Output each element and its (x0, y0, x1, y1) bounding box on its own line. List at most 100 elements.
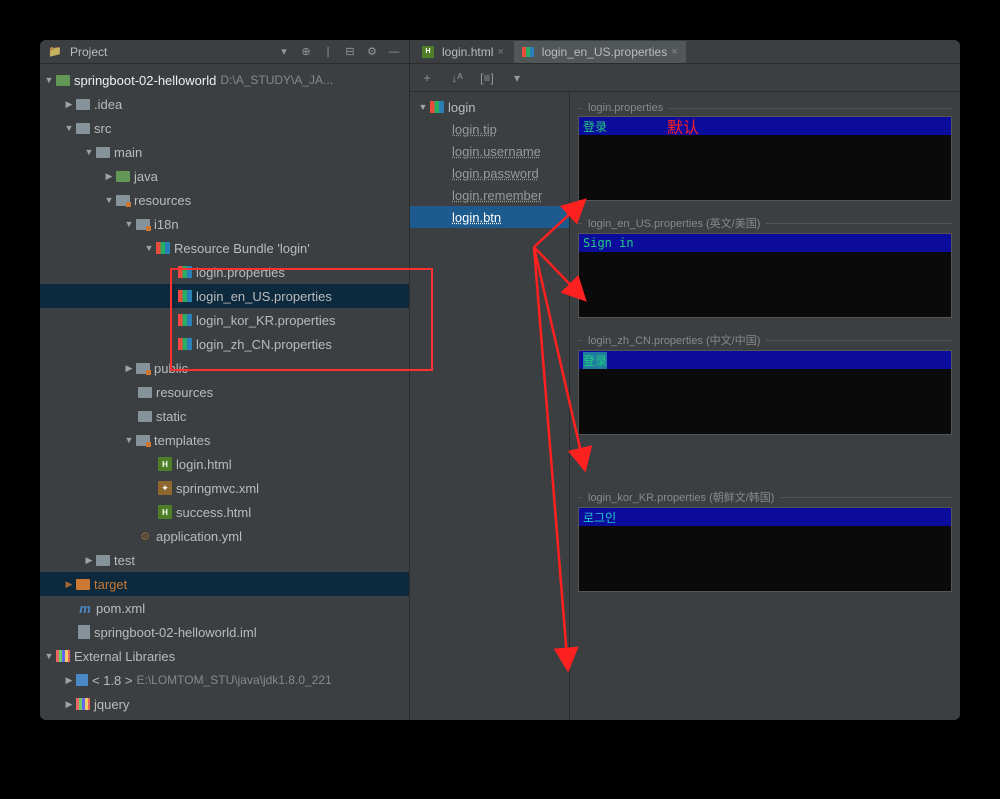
prop-root[interactable]: login (410, 96, 569, 118)
expand-icon[interactable] (44, 651, 54, 661)
project-panel: 📁 Project ▾ ⊕ | ⊟ ⚙ — springboot-02-hell… (40, 40, 410, 720)
tree-appyml[interactable]: ⚙ application.yml (40, 524, 409, 548)
prop-label: login.btn (452, 210, 501, 225)
tree-label: login.properties (196, 265, 285, 280)
editor-annotation: 默认 (667, 114, 699, 138)
tree-login-zh[interactable]: login_zh_CN.properties (40, 332, 409, 356)
prop-btn[interactable]: login.btn (410, 206, 569, 228)
tree-jdk[interactable]: < 1.8 > E:\LOMTOM_STU\java\jdk1.8.0_221 (40, 668, 409, 692)
tab-login-html[interactable]: H login.html × (414, 41, 512, 63)
tree-resources2[interactable]: resources (40, 380, 409, 404)
expand-icon[interactable] (64, 699, 74, 710)
expand-icon[interactable] (84, 147, 94, 157)
folder-icon (96, 147, 110, 158)
tree-root[interactable]: springboot-02-helloworld D:\A_STUDY\A_JA… (40, 68, 409, 92)
expand-icon[interactable] (124, 363, 134, 374)
tree-iml[interactable]: springboot-02-helloworld.iml (40, 620, 409, 644)
tree-jquery[interactable]: jquery (40, 692, 409, 716)
editor-kor: login_kor_KR.properties (朝鲜文/韩国) 로그인 (578, 487, 952, 592)
tree-label: resources (134, 193, 191, 208)
tree-springmvc[interactable]: ✦ springmvc.xml (40, 476, 409, 500)
editor-area[interactable]: 로그인 (578, 507, 952, 592)
tab-label: login.html (442, 45, 493, 59)
prop-remember[interactable]: login.remember (410, 184, 569, 206)
prop-tip[interactable]: login.tip (410, 118, 569, 140)
expand-icon[interactable] (418, 102, 428, 112)
tree-java[interactable]: java (40, 164, 409, 188)
tree-bundle[interactable]: Resource Bundle 'login' (40, 236, 409, 260)
html-icon: H (158, 457, 172, 471)
prop-label: login.username (452, 144, 541, 159)
expand-icon[interactable] (64, 99, 74, 110)
tree-templates[interactable]: templates (40, 428, 409, 452)
tree-public[interactable]: public (40, 356, 409, 380)
close-icon[interactable]: × (497, 46, 503, 58)
prop-username[interactable]: login.username (410, 140, 569, 162)
sort-button[interactable]: ↓ᴬ (448, 69, 466, 87)
expand-icon[interactable] (44, 75, 54, 85)
expand-icon[interactable] (144, 243, 154, 253)
tree-success[interactable]: H success.html (40, 500, 409, 524)
tree-path: E:\LOMTOM_STU\java\jdk1.8.0_221 (136, 673, 331, 687)
editor-value: Sign in (583, 236, 634, 250)
folder-icon (136, 363, 150, 374)
tree-label: main (114, 145, 142, 160)
tree-main[interactable]: main (40, 140, 409, 164)
expand-icon[interactable] (104, 195, 114, 205)
tree-pom[interactable]: m pom.xml (40, 596, 409, 620)
collapse-icon[interactable]: ⊟ (343, 45, 357, 59)
tree-ext-lib[interactable]: External Libraries (40, 644, 409, 668)
lib-icon (76, 698, 90, 710)
tree-i18n[interactable]: i18n (40, 212, 409, 236)
tree-static[interactable]: static (40, 404, 409, 428)
expand-icon[interactable] (104, 171, 114, 182)
tree-target[interactable]: target (40, 572, 409, 596)
tab-login-en[interactable]: login_en_US.properties × (514, 41, 686, 63)
editor-column: login.properties 登录 默认 login_en_US.prope… (570, 92, 960, 720)
prop-password[interactable]: login.password (410, 162, 569, 184)
tree-label: resources (156, 385, 213, 400)
folder-icon (136, 435, 150, 446)
add-button[interactable]: + (418, 69, 436, 87)
editor-area[interactable]: 登录 默认 (578, 116, 952, 201)
target-icon[interactable]: ⊕ (299, 45, 313, 59)
prop-label: login.password (452, 166, 539, 181)
folder-icon (136, 219, 150, 230)
editor-value: 登录 (583, 352, 607, 369)
close-icon[interactable]: × (671, 46, 677, 58)
editor-area[interactable]: 登录 (578, 350, 952, 435)
project-panel-header: 📁 Project ▾ ⊕ | ⊟ ⚙ — (40, 40, 409, 64)
tree-idea[interactable]: .idea (40, 92, 409, 116)
dropdown-button[interactable]: ▾ (508, 69, 526, 87)
tab-label: login_en_US.properties (542, 45, 667, 59)
editor-area[interactable]: Sign in (578, 233, 952, 318)
tree-test[interactable]: test (40, 548, 409, 572)
tree-login-html[interactable]: H login.html (40, 452, 409, 476)
prop-label: login (448, 100, 475, 115)
expand-icon[interactable] (64, 675, 74, 686)
gear-icon[interactable]: ⚙ (365, 45, 379, 59)
project-tree[interactable]: springboot-02-helloworld D:\A_STUDY\A_JA… (40, 64, 409, 720)
group-button[interactable]: [≡] (478, 69, 496, 87)
hide-icon[interactable]: — (387, 45, 401, 59)
tree-label: src (94, 121, 111, 136)
expand-icon[interactable] (124, 219, 134, 229)
expand-icon[interactable] (84, 555, 94, 566)
tree-login-props[interactable]: login.properties (40, 260, 409, 284)
tree-label: jquery (94, 697, 129, 712)
tree-label: < 1.8 > (92, 673, 132, 688)
expand-icon[interactable] (124, 435, 134, 445)
expand-icon[interactable] (64, 123, 74, 133)
tree-label: springboot-02-helloworld.iml (94, 625, 257, 640)
tree-src[interactable]: src (40, 116, 409, 140)
folder-icon (138, 411, 152, 422)
expand-icon[interactable] (64, 579, 74, 590)
tree-login-en[interactable]: login_en_US.properties (40, 284, 409, 308)
tree-resources[interactable]: resources (40, 188, 409, 212)
dropdown-icon[interactable]: ▾ (277, 45, 291, 59)
property-key-tree[interactable]: login login.tip login.username login.pas… (410, 92, 570, 720)
editor-title: login.properties (578, 100, 952, 116)
folder-icon (116, 171, 130, 182)
tree-login-kor[interactable]: login_kor_KR.properties (40, 308, 409, 332)
tree-label: .idea (94, 97, 122, 112)
